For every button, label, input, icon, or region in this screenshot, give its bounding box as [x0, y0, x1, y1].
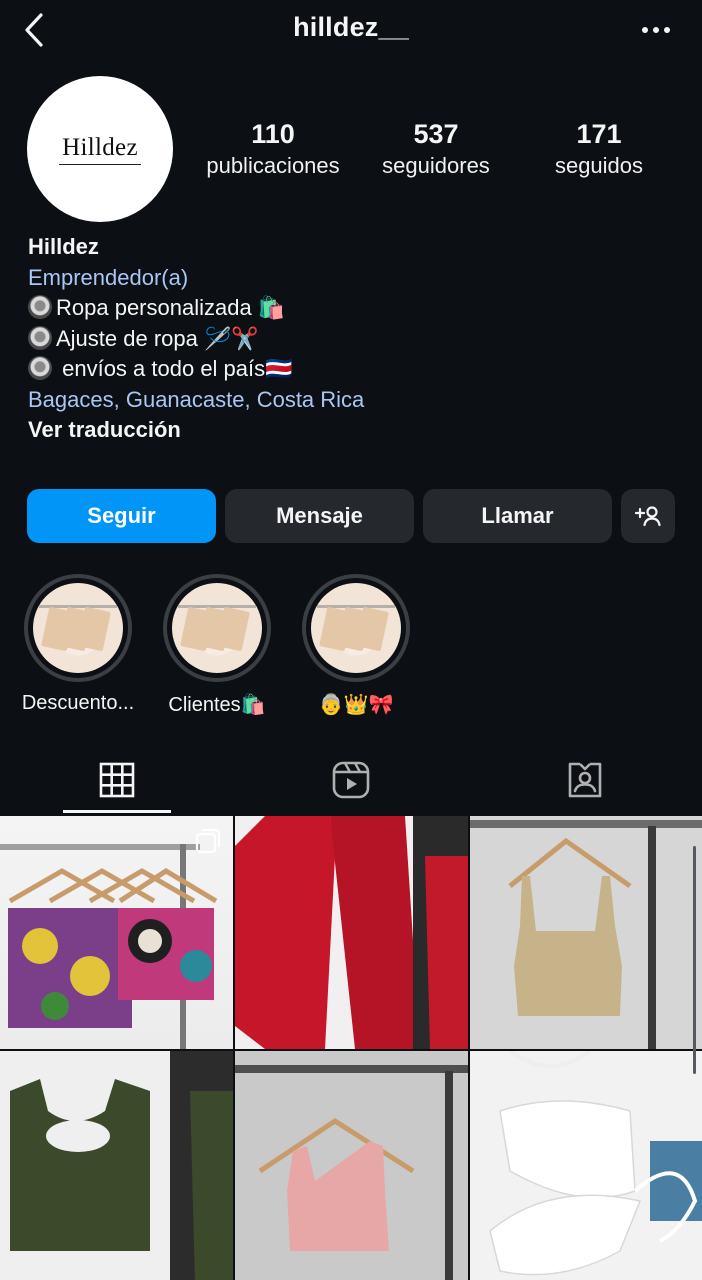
profile-username: hilldez__ — [293, 12, 409, 42]
highlight-label: Clientes🛍️ — [168, 694, 266, 716]
top-bar: hilldez__ — [0, 0, 702, 60]
post-image — [235, 816, 468, 1049]
stat-posts[interactable]: 110 publicaciones — [198, 116, 348, 180]
bio-line-text: Ajuste de ropa 🪡✂️ — [56, 325, 259, 351]
bullet-icon — [28, 325, 52, 350]
post-thumbnail[interactable] — [470, 1051, 702, 1280]
stat-posts-value: 110 — [251, 119, 295, 149]
bio-line: envíos a todo el país🇨🇷 — [28, 354, 668, 385]
highlight-ring — [24, 574, 132, 682]
stat-followers[interactable]: 537 seguidores — [372, 116, 500, 180]
reels-icon — [332, 761, 370, 799]
tagged-icon — [568, 762, 602, 798]
tab-posts-grid[interactable] — [0, 746, 234, 814]
tab-tagged[interactable] — [468, 746, 702, 814]
stat-following[interactable]: 171 seguidos — [540, 116, 658, 180]
more-horizontal-icon — [642, 27, 670, 33]
post-thumbnail[interactable] — [235, 816, 468, 1049]
stat-followers-label: seguidores — [382, 153, 490, 178]
active-tab-indicator — [63, 810, 171, 813]
post-thumbnail[interactable] — [0, 816, 233, 1049]
call-button[interactable]: Llamar — [423, 489, 612, 543]
add-person-icon — [634, 506, 661, 527]
highlight-story[interactable]: 👵👑🎀 — [281, 574, 431, 717]
highlight-cover-image — [33, 583, 123, 673]
bio-line: Ajuste de ropa 🪡✂️ — [28, 324, 668, 355]
post-image — [470, 816, 702, 1049]
highlight-cover-image — [172, 583, 262, 673]
post-thumbnail[interactable] — [235, 1051, 468, 1280]
highlight-label: 👵👑🎀 — [318, 694, 394, 716]
post-image — [0, 1051, 233, 1280]
profile-tabs — [0, 746, 702, 814]
profile-display-name: Hilldez — [28, 234, 99, 259]
post-thumbnail[interactable] — [0, 1051, 233, 1280]
stat-following-label: seguidos — [554, 153, 644, 178]
bio-line: Ropa personalizada 🛍️ — [28, 293, 668, 324]
grid-icon — [99, 762, 135, 798]
bullet-icon — [28, 356, 52, 380]
post-image — [470, 1051, 702, 1280]
more-options-button[interactable] — [636, 16, 676, 44]
bio-line-text: envíos a todo el país🇨🇷 — [56, 356, 293, 381]
see-translation-link[interactable]: Ver traducción — [28, 415, 668, 446]
highlight-ring — [163, 574, 271, 682]
highlight-story[interactable]: Descuento... — [3, 574, 153, 715]
message-button[interactable]: Mensaje — [225, 489, 414, 543]
stat-following-value: 171 — [576, 119, 622, 149]
profile-category: Emprendedor(a) — [28, 264, 189, 290]
profile-avatar[interactable]: Hilldez — [27, 76, 173, 222]
post-thumbnail[interactable] — [470, 816, 702, 1049]
follow-button[interactable]: Seguir — [27, 489, 216, 543]
avatar-logo-underline — [59, 163, 141, 165]
tab-reels[interactable] — [234, 746, 468, 814]
highlight-story[interactable]: Clientes🛍️ — [142, 574, 292, 717]
post-image — [235, 1051, 468, 1280]
highlight-cover-image — [311, 583, 401, 673]
avatar-logo-text: Hilldez — [62, 133, 138, 161]
suggested-accounts-button[interactable] — [621, 489, 675, 543]
stat-posts-label: publicaciones — [206, 153, 340, 178]
highlight-ring — [302, 574, 410, 682]
bio-line-text: Ropa personalizada 🛍️ — [56, 295, 286, 320]
bullet-icon — [28, 295, 52, 319]
stat-followers-value: 537 — [413, 119, 459, 149]
profile-bio: Hilldez Emprendedor(a) Ropa personalizad… — [28, 232, 668, 446]
scrollbar[interactable] — [693, 846, 696, 1074]
highlight-label: Descuento... — [21, 692, 135, 714]
multiple-photos-icon — [195, 828, 221, 854]
profile-location-link[interactable]: Bagaces, Guanacaste, Costa Rica — [28, 385, 668, 416]
